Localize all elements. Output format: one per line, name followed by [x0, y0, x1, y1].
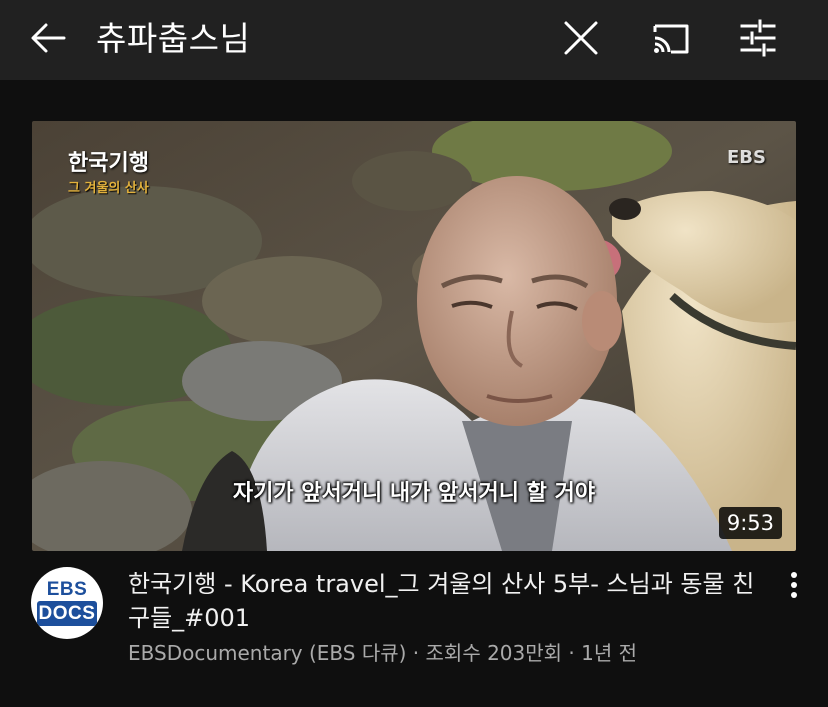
filter-button[interactable]: [730, 10, 786, 66]
arrow-left-icon: [31, 23, 66, 53]
watermark-subtitle: 그 겨울의 산사: [68, 181, 149, 196]
cast-button[interactable]: [641, 10, 697, 66]
back-button[interactable]: [20, 10, 76, 66]
video-title[interactable]: 한국기행 - Korea travel_그 겨울의 산사 5부- 스님과 동물 …: [128, 567, 758, 635]
tune-icon: [740, 19, 776, 57]
video-caption: 자기가 앞서거니 내가 앞서거니 할 거야: [232, 481, 596, 506]
search-query[interactable]: 츄파춥스님: [96, 14, 250, 64]
avatar-logo-top: EBS: [46, 579, 88, 600]
more-options-button[interactable]: [778, 567, 810, 603]
video-meta: EBSDocumentary (EBS 다큐) · 조회수 203만회 · 1년…: [128, 641, 638, 665]
watermark-brand: EBS: [727, 147, 766, 168]
duration-badge: 9:53: [718, 507, 782, 539]
more-vertical-icon: [791, 572, 797, 598]
channel-avatar[interactable]: EBS DOCS: [31, 567, 103, 639]
watermark-title: 한국기행: [68, 150, 149, 176]
video-thumbnail[interactable]: 한국기행 그 겨울의 산사 EBS 자기가 앞서거니 내가 앞서거니 할 거야 …: [32, 121, 796, 551]
avatar-logo-bottom: DOCS: [37, 601, 97, 626]
clear-search-button[interactable]: [553, 10, 609, 66]
close-icon: [564, 21, 598, 55]
top-bar: 츄파춥스님: [0, 0, 828, 80]
cast-icon: [653, 24, 689, 54]
